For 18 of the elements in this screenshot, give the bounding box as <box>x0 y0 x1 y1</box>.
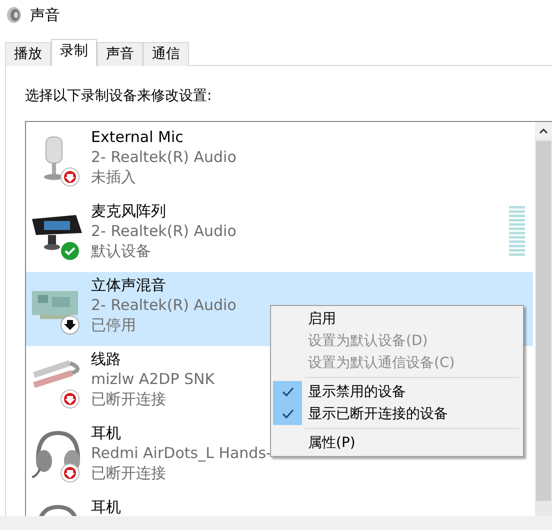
device-name: 立体声混音 <box>91 275 166 295</box>
device-driver: Redmi AirDots_L Hands- <box>91 443 272 463</box>
device-name: 麦克风阵列 <box>91 201 166 221</box>
instruction-text: 选择以下录制设备来修改设置: <box>25 87 213 106</box>
device-status: 默认设备 <box>91 241 151 261</box>
device-driver: 2- Realtek(R) Audio <box>91 295 236 315</box>
device-driver: mizlw A2DP SNK <box>91 369 215 389</box>
device-status: 未插入 <box>91 167 136 187</box>
device-status: 已停用 <box>91 315 136 335</box>
device-status: 已断开连接 <box>91 463 166 483</box>
device-name: 耳机 <box>91 423 121 443</box>
device-driver: 2- Realtek(R) Audio <box>91 147 236 167</box>
device-driver: 2- Realtek(R) Audio <box>91 221 236 241</box>
window-title: 声音 <box>30 4 60 26</box>
device-status: 已断开连接 <box>91 389 166 409</box>
device-name: 耳机 <box>91 497 121 517</box>
device-name: 线路 <box>91 349 121 369</box>
device-name: External Mic <box>91 127 184 147</box>
